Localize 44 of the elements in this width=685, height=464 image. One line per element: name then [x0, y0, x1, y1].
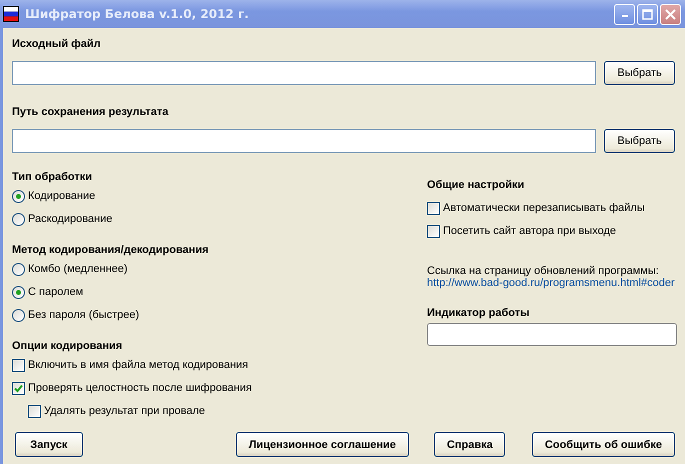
- browse-button[interactable]: Выбрать: [604, 129, 675, 153]
- section-title: Метод кодирования/декодирования: [12, 243, 210, 258]
- checkbox[interactable]: [12, 358, 25, 372]
- browse-button[interactable]: Выбрать: [604, 61, 675, 85]
- radio-button[interactable]: [12, 212, 25, 226]
- checkbox-label: Посетить сайт автора при выходе: [443, 225, 616, 237]
- radio-button[interactable]: [12, 262, 25, 276]
- action-button[interactable]: Справка: [434, 432, 505, 457]
- checkbox-label: Удалять результат при провале: [44, 405, 206, 417]
- action-button[interactable]: Запуск: [15, 432, 83, 457]
- radio-label: Раскодирование: [28, 213, 112, 225]
- field-label: Путь сохранения результата: [12, 105, 170, 120]
- checkbox[interactable]: [12, 382, 25, 394]
- maximize-icon: [642, 8, 653, 20]
- close-icon: [665, 8, 676, 20]
- radio-label: Без пароля (быстрее): [28, 309, 140, 321]
- radio-button[interactable]: [12, 308, 25, 322]
- radio-button[interactable]: [12, 286, 25, 298]
- checkbox[interactable]: [427, 224, 440, 238]
- field-label: Исходный файл: [12, 37, 102, 52]
- maximize-button[interactable]: [637, 4, 658, 24]
- checkbox-label: Включить в имя файла метод кодирования: [28, 359, 248, 371]
- update-note: Ссылка на страницу обновлений программы:: [427, 265, 660, 277]
- input-field[interactable]: [12, 129, 596, 153]
- radio-button[interactable]: [12, 190, 25, 202]
- window-title: Шифратор Белова v.1.0, 2012 г.: [25, 7, 250, 21]
- section-title: Опции кодирования: [12, 339, 124, 354]
- minimize-button[interactable]: [614, 4, 635, 24]
- update-link[interactable]: http://www.bad-good.ru/programsmenu.html#coder: [427, 277, 677, 289]
- section-title: Индикатор работы: [427, 306, 531, 321]
- flag-icon: [3, 6, 19, 22]
- checkbox[interactable]: [28, 404, 41, 418]
- radio-label: С паролем: [28, 286, 84, 298]
- radio-label: Комбо (медленнее): [28, 263, 128, 275]
- action-button[interactable]: Лицензионное соглашение: [236, 432, 409, 457]
- section-title: Тип обработки: [12, 170, 94, 185]
- close-button[interactable]: [660, 4, 681, 24]
- section-title: Общие настройки: [427, 178, 526, 193]
- radio-label: Кодирование: [28, 190, 96, 202]
- input-field[interactable]: [12, 61, 596, 85]
- checkbox-label: Автоматически перезаписывать файлы: [443, 202, 645, 214]
- checkbox[interactable]: [427, 202, 440, 214]
- checkbox-label: Проверять целостность после шифрования: [28, 382, 252, 394]
- action-button[interactable]: Сообщить об ошибке: [532, 432, 675, 457]
